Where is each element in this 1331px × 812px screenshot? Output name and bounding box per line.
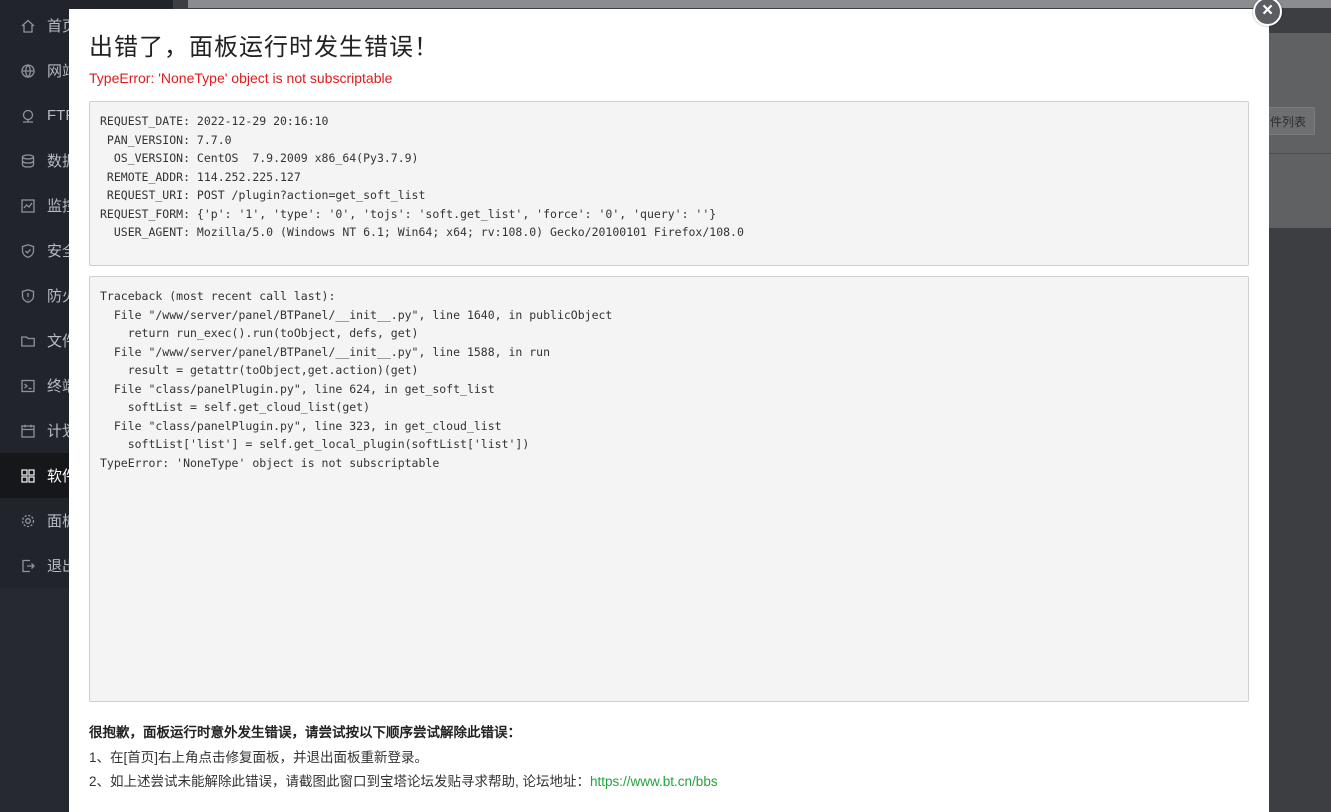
dialog-title: 出错了，面板运行时发生错误！ — [89, 34, 439, 61]
logout-icon — [20, 558, 36, 574]
database-icon — [20, 153, 36, 169]
globe-icon — [20, 63, 36, 79]
monitor-icon — [20, 198, 36, 214]
help-step-1: 1、在[首页]右上角点击修复面板，并退出面板重新登录。 — [89, 750, 429, 765]
traceback-box: Traceback (most recent call last): File … — [89, 276, 1249, 702]
terminal-icon — [20, 378, 36, 394]
main-top-bar — [188, 0, 1331, 8]
firewall-icon — [20, 288, 36, 304]
help-step-2: 2、如上述尝试未能解除此错误，请截图此窗口到宝塔论坛发贴寻求帮助, 论坛地址：h… — [89, 770, 718, 790]
ftp-icon — [20, 108, 36, 124]
error-message: TypeError: 'NoneType' object is not subs… — [89, 70, 393, 86]
help-step-2-text: 2、如上述尝试未能解除此错误，请截图此窗口到宝塔论坛发贴寻求帮助, 论坛地址： — [89, 774, 591, 789]
calendar-icon — [20, 423, 36, 439]
request-info-box: REQUEST_DATE: 2022-12-29 20:16:10 PAN_VE… — [89, 101, 1249, 266]
help-title: 很抱歉，面板运行时意外发生错误，请尝试按以下顺序尝试解除此错误： — [89, 725, 521, 740]
error-dialog: 出错了，面板运行时发生错误！ TypeError: 'NoneType' obj… — [69, 9, 1269, 812]
traceback-text: Traceback (most recent call last): File … — [100, 289, 613, 470]
request-info-text: REQUEST_DATE: 2022-12-29 20:16:10 PAN_VE… — [100, 114, 744, 239]
folder-icon — [20, 333, 36, 349]
forum-link[interactable]: https://www.bt.cn/bbs — [590, 774, 718, 789]
home-icon — [20, 18, 36, 34]
gear-icon — [20, 513, 36, 529]
shield-icon — [20, 243, 36, 259]
apps-icon — [20, 468, 36, 484]
